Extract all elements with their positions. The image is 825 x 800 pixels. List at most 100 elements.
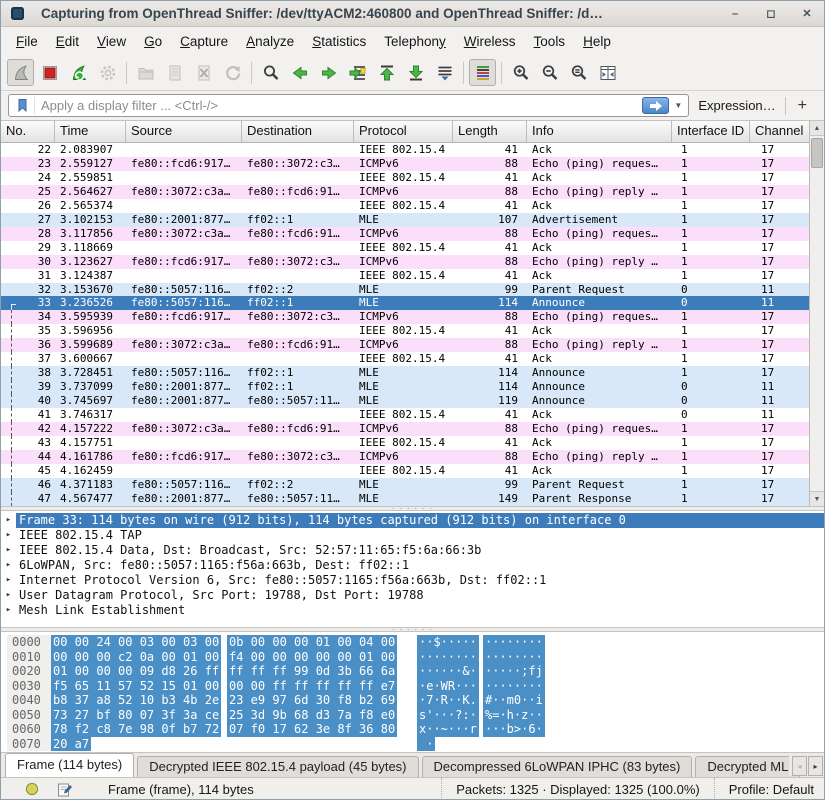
profile-selector[interactable]: Profile: Default bbox=[714, 778, 814, 800]
packet-list-scrollbar[interactable]: ▲ ▼ bbox=[809, 121, 824, 506]
tab-scroll-left-icon[interactable]: ◂ bbox=[792, 756, 807, 776]
add-filter-button[interactable]: + bbox=[785, 97, 817, 115]
packet-row-32[interactable]: 323.153670fe80::5057:116…ff02::2MLE99Par… bbox=[1, 283, 811, 297]
maximize-icon[interactable]: ◻ bbox=[764, 7, 778, 21]
tab-scroll-right-icon[interactable]: ▸ bbox=[808, 756, 823, 776]
start-capture-button[interactable] bbox=[7, 59, 34, 86]
packet-row-37[interactable]: 373.600667IEEE 802.15.441Ack117 bbox=[1, 352, 811, 366]
expression-button[interactable]: Expression… bbox=[689, 98, 784, 113]
detail-line-2[interactable]: ▸IEEE 802.15.4 Data, Dst: Broadcast, Src… bbox=[1, 543, 824, 558]
zoom-in-button[interactable] bbox=[507, 59, 534, 86]
close-icon[interactable]: ✕ bbox=[800, 7, 814, 21]
column-header-length[interactable]: Length bbox=[453, 121, 527, 142]
menu-capture[interactable]: Capture bbox=[171, 30, 237, 53]
packet-row-40[interactable]: 403.745697fe80::2001:877…fe80::5057:11…M… bbox=[1, 394, 811, 408]
packet-row-22[interactable]: 222.083907IEEE 802.15.441Ack117 bbox=[1, 143, 811, 157]
menu-statistics[interactable]: Statistics bbox=[303, 30, 375, 53]
capture-comment-icon[interactable] bbox=[57, 782, 72, 797]
packet-row-36[interactable]: 363.599689fe80::3072:c3a…fe80::fcd6:91…I… bbox=[1, 338, 811, 352]
menu-tools[interactable]: Tools bbox=[525, 30, 575, 53]
expander-icon[interactable]: ▸ bbox=[1, 513, 16, 528]
detail-line-3[interactable]: ▸6LoWPAN, Src: fe80::5057:1165:f56a:663b… bbox=[1, 558, 824, 573]
menu-analyze[interactable]: Analyze bbox=[237, 30, 303, 53]
menu-wireless[interactable]: Wireless bbox=[455, 30, 525, 53]
go-to-packet-button[interactable] bbox=[344, 59, 371, 86]
column-header-interface-id[interactable]: Interface ID bbox=[672, 121, 750, 142]
display-filter-input[interactable] bbox=[39, 97, 640, 114]
detail-line-5[interactable]: ▸User Datagram Protocol, Src Port: 19788… bbox=[1, 588, 824, 603]
detail-line-1[interactable]: ▸IEEE 802.15.4 TAP bbox=[1, 528, 824, 543]
auto-scroll-button[interactable] bbox=[431, 59, 458, 86]
detail-line-0[interactable]: ▸Frame 33: 114 bytes on wire (912 bits),… bbox=[1, 513, 824, 528]
minimize-icon[interactable]: – bbox=[728, 7, 742, 21]
hex-row-0020[interactable]: 002001 00 00 00 09 d8 26 ffff ff ff 99 0… bbox=[7, 664, 824, 679]
packet-row-28[interactable]: 283.117856fe80::3072:c3a…fe80::fcd6:91…I… bbox=[1, 227, 811, 241]
packet-row-47[interactable]: 474.567477fe80::2001:877…fe80::5057:11…M… bbox=[1, 492, 811, 506]
expander-icon[interactable]: ▸ bbox=[1, 573, 16, 588]
filter-history-dropdown-icon[interactable]: ▼ bbox=[671, 101, 685, 110]
packet-row-45[interactable]: 454.162459IEEE 802.15.441Ack117 bbox=[1, 464, 811, 478]
scroll-down-icon[interactable]: ▼ bbox=[810, 491, 824, 506]
apply-filter-button[interactable] bbox=[642, 97, 669, 114]
go-last-packet-button[interactable] bbox=[402, 59, 429, 86]
packet-row-39[interactable]: 393.737099fe80::2001:877…ff02::1MLE114An… bbox=[1, 380, 811, 394]
stop-capture-button[interactable] bbox=[36, 59, 63, 86]
packet-row-34[interactable]: 343.595939fe80::fcd6:917…fe80::3072:c3…I… bbox=[1, 310, 811, 324]
packet-row-33[interactable]: 333.236526fe80::5057:116…ff02::1MLE114An… bbox=[1, 296, 811, 310]
packet-row-41[interactable]: 413.746317IEEE 802.15.441Ack011 bbox=[1, 408, 811, 422]
packet-row-31[interactable]: 313.124387IEEE 802.15.441Ack117 bbox=[1, 269, 811, 283]
detail-line-4[interactable]: ▸Internet Protocol Version 6, Src: fe80:… bbox=[1, 573, 824, 588]
byte-view-tab-2[interactable]: Decompressed 6LoWPAN IPHC (83 bytes) bbox=[422, 756, 693, 777]
byte-view-tab-1[interactable]: Decrypted IEEE 802.15.4 payload (45 byte… bbox=[137, 756, 418, 777]
packet-row-30[interactable]: 303.123627fe80::fcd6:917…fe80::3072:c3…I… bbox=[1, 255, 811, 269]
column-header-channel[interactable]: Channel bbox=[750, 121, 811, 142]
detail-line-6[interactable]: ▸Mesh Link Establishment bbox=[1, 603, 824, 618]
packet-row-24[interactable]: 242.559851IEEE 802.15.441Ack117 bbox=[1, 171, 811, 185]
packet-row-27[interactable]: 273.102153fe80::2001:877…ff02::1MLE107Ad… bbox=[1, 213, 811, 227]
menu-file[interactable]: File bbox=[7, 30, 47, 53]
expander-icon[interactable]: ▸ bbox=[1, 528, 16, 543]
packet-row-26[interactable]: 262.565374IEEE 802.15.441Ack117 bbox=[1, 199, 811, 213]
hex-row-0070[interactable]: 007020 a7 · bbox=[7, 737, 824, 752]
hex-row-0050[interactable]: 005073 27 bf 80 07 3f 3a ce25 3d 9b 68 d… bbox=[7, 708, 824, 723]
hex-row-0030[interactable]: 0030f5 65 11 57 52 15 01 0000 00 ff ff f… bbox=[7, 679, 824, 694]
packet-row-35[interactable]: 353.596956IEEE 802.15.441Ack117 bbox=[1, 324, 811, 338]
go-back-button[interactable] bbox=[286, 59, 313, 86]
packet-row-38[interactable]: 383.728451fe80::5057:116…ff02::1MLE114An… bbox=[1, 366, 811, 380]
column-header-no[interactable]: No. bbox=[1, 121, 55, 142]
packet-row-25[interactable]: 252.564627fe80::3072:c3a…fe80::fcd6:91…I… bbox=[1, 185, 811, 199]
hex-row-0060[interactable]: 006078 f2 c8 7e 98 0f b7 7207 f0 17 62 3… bbox=[7, 722, 824, 737]
packet-row-43[interactable]: 434.157751IEEE 802.15.441Ack117 bbox=[1, 436, 811, 450]
hex-row-0010[interactable]: 001000 00 00 c2 0a 00 01 00f4 00 00 00 0… bbox=[7, 650, 824, 665]
bookmark-icon[interactable] bbox=[12, 97, 35, 114]
scroll-up-icon[interactable]: ▲ bbox=[810, 121, 824, 136]
go-first-packet-button[interactable] bbox=[373, 59, 400, 86]
packet-row-42[interactable]: 424.157222fe80::3072:c3a…fe80::fcd6:91…I… bbox=[1, 422, 811, 436]
column-header-destination[interactable]: Destination bbox=[242, 121, 354, 142]
expert-info-icon[interactable] bbox=[25, 782, 39, 796]
resize-columns-button[interactable] bbox=[594, 59, 621, 86]
restart-capture-button[interactable] bbox=[65, 59, 92, 86]
hex-row-0000[interactable]: 000000 00 24 00 03 00 03 000b 00 00 00 0… bbox=[7, 635, 824, 650]
expander-icon[interactable]: ▸ bbox=[1, 603, 16, 618]
packet-row-29[interactable]: 293.118669IEEE 802.15.441Ack117 bbox=[1, 241, 811, 255]
packet-row-46[interactable]: 464.371183fe80::5057:116…ff02::2MLE99Par… bbox=[1, 478, 811, 492]
go-forward-button[interactable] bbox=[315, 59, 342, 86]
zoom-out-button[interactable] bbox=[536, 59, 563, 86]
expander-icon[interactable]: ▸ bbox=[1, 588, 16, 603]
menu-edit[interactable]: Edit bbox=[47, 30, 88, 53]
expander-icon[interactable]: ▸ bbox=[1, 558, 16, 573]
zoom-original-button[interactable] bbox=[565, 59, 592, 86]
menu-telephony[interactable]: Telephony bbox=[375, 30, 455, 53]
scrollbar-thumb[interactable] bbox=[811, 138, 823, 168]
find-packet-button[interactable] bbox=[257, 59, 284, 86]
packet-row-44[interactable]: 444.161786fe80::fcd6:917…fe80::3072:c3…I… bbox=[1, 450, 811, 464]
display-filter-field[interactable]: ▼ bbox=[8, 94, 689, 117]
menu-help[interactable]: Help bbox=[574, 30, 620, 53]
column-header-info[interactable]: Info bbox=[527, 121, 672, 142]
expander-icon[interactable]: ▸ bbox=[1, 543, 16, 558]
packet-row-23[interactable]: 232.559127fe80::fcd6:917…fe80::3072:c3…I… bbox=[1, 157, 811, 171]
menu-go[interactable]: Go bbox=[135, 30, 171, 53]
column-header-source[interactable]: Source bbox=[126, 121, 242, 142]
column-header-time[interactable]: Time bbox=[55, 121, 126, 142]
